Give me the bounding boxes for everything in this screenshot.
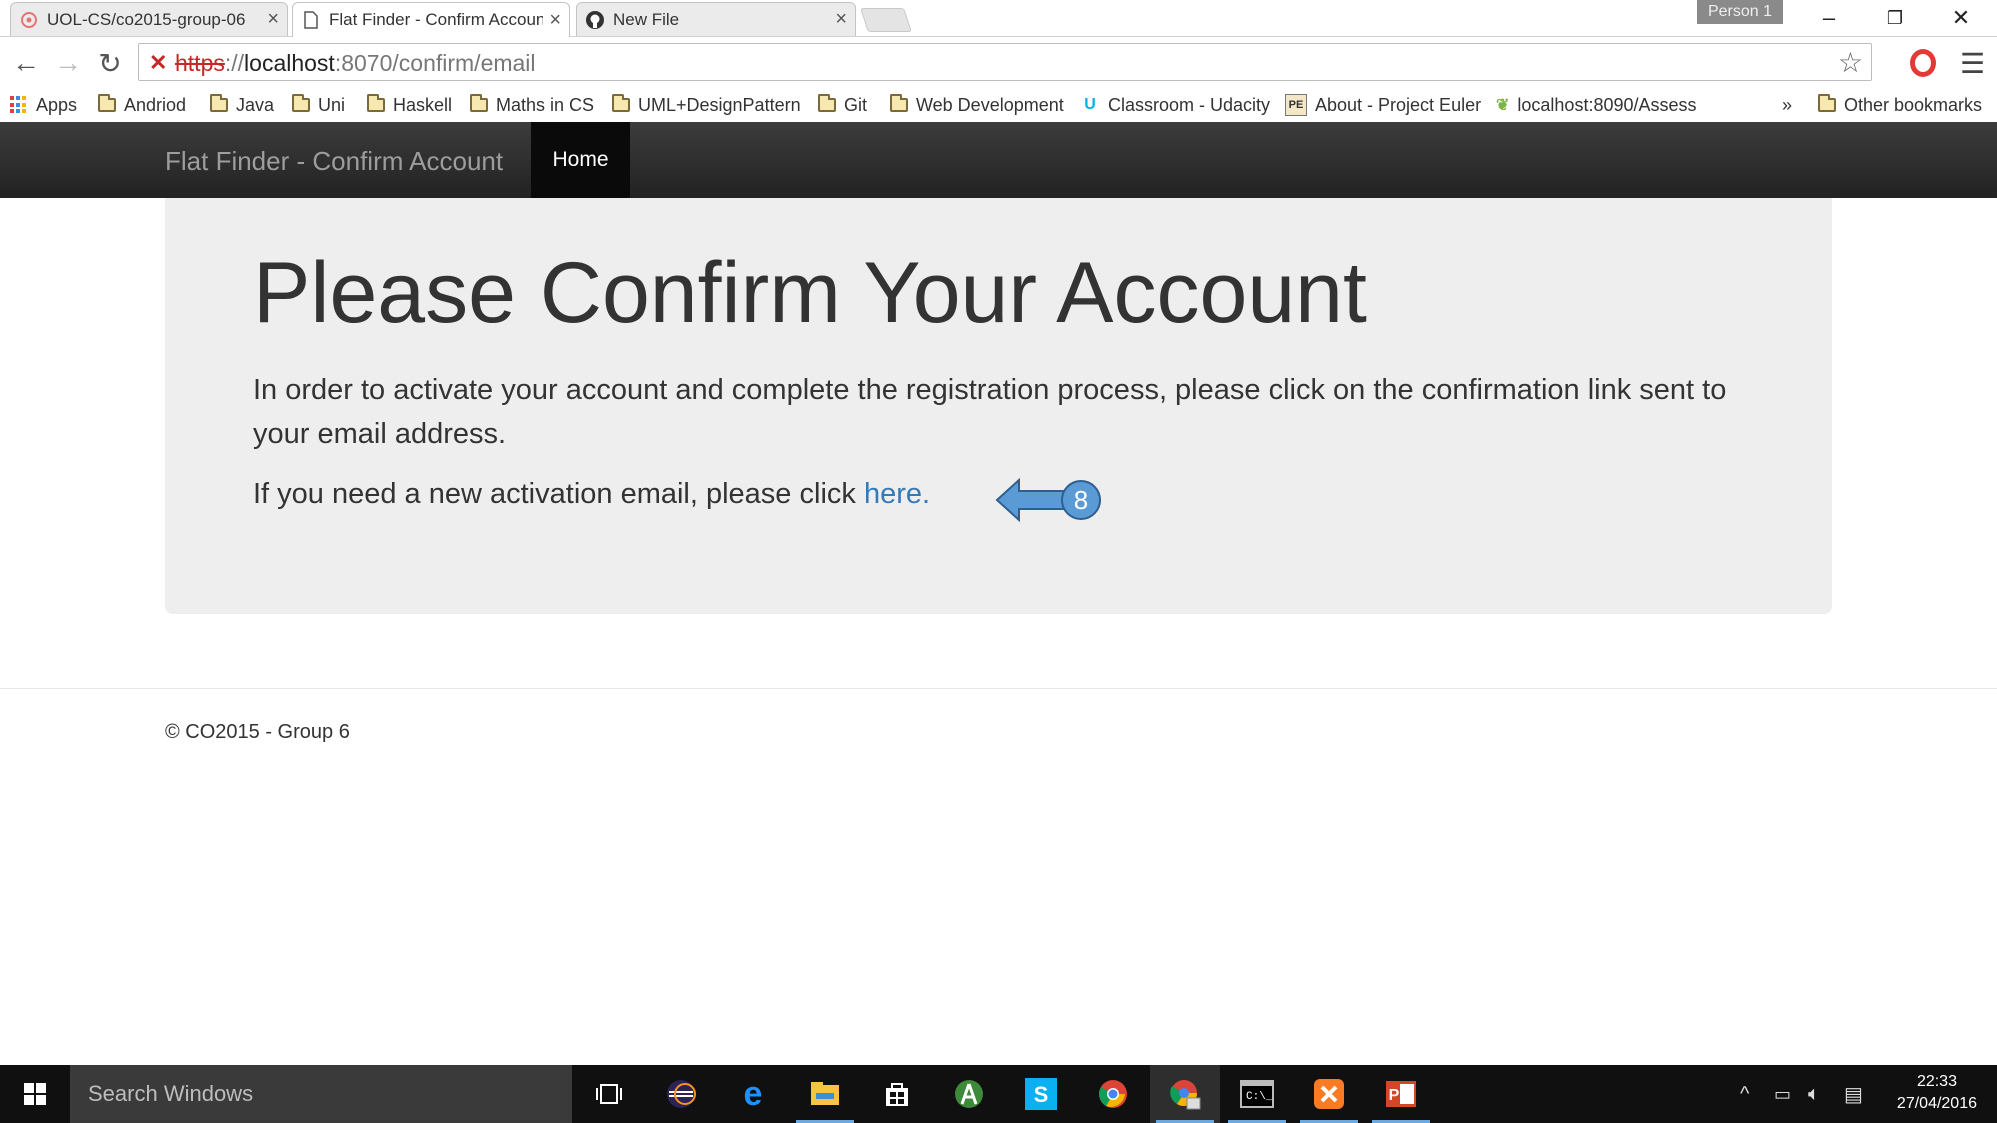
minimize-icon[interactable]: – [1796,0,1862,36]
skype-icon[interactable]: S [1006,1065,1076,1123]
action-center-icon[interactable]: ▤ [1844,1065,1863,1123]
folder-icon [818,94,836,112]
address-bar[interactable]: ✕ https://localhost:8070/confirm/email ☆ [138,43,1872,81]
bookmark-folder-andriod[interactable]: Andriod [98,92,186,118]
tab-title: Flat Finder - Confirm Account [329,10,544,29]
back-icon[interactable]: ← [8,45,44,81]
chrome-profile-icon[interactable] [1150,1065,1220,1123]
browser-toolbar: ← → ↻ ✕ https://localhost:8070/confirm/e… [0,37,1997,88]
powerpoint-icon[interactable]: P [1366,1065,1436,1123]
clock-date: 27/04/2016 [1896,1095,1977,1112]
svg-text:S: S [1034,1082,1049,1107]
profile-button[interactable]: Person 1 [1697,0,1783,24]
folder-icon [292,94,310,112]
volume-icon[interactable]: 🔈︎ [1808,1065,1820,1123]
github-icon [585,10,605,30]
tab-title: New File [613,9,680,29]
folder-icon [1818,94,1836,112]
svg-text:P: P [1389,1087,1400,1104]
apps-grid-icon [10,96,28,114]
confirm-instructions: In order to activate your account and co… [253,374,1727,450]
folder-icon [612,94,630,112]
bookmark-localhost[interactable]: ❦ localhost:8090/Assess [1496,92,1696,118]
leaf-icon: ❦ [1496,97,1510,114]
tray-chevron-icon[interactable]: ^ [1740,1065,1749,1123]
tab-github-repo[interactable]: UOL-CS/co2015-group-06 × [10,2,288,36]
resend-activation-link[interactable]: here. [864,478,930,510]
browser-tab-strip: UOL-CS/co2015-group-06 × Flat Finder - C… [0,0,1997,37]
chrome-icon[interactable] [1078,1065,1148,1123]
udacity-icon: U [1084,96,1096,113]
clock-time: 22:33 [1916,1073,1957,1090]
svg-text:C:\_: C:\_ [1246,1091,1273,1103]
browser-menu-icon[interactable]: ☰ [1960,47,1985,80]
bookmark-apps[interactable]: Apps [10,92,77,118]
close-icon[interactable]: × [835,8,847,31]
annotation-arrow: 8 [995,476,1105,529]
eclipse-icon[interactable] [646,1065,716,1123]
confirm-jumbotron: Please Confirm Your Account In order to … [165,198,1832,614]
not-secure-icon: ✕ [149,50,168,75]
folder-icon [210,94,228,112]
github-repo-icon [19,10,39,30]
annotation-number: 8 [1074,485,1088,515]
bookmarks-overflow-icon[interactable]: » [1782,92,1792,118]
windows-taskbar: Search Windows e S C:\_ P ^ ▭ 🔈︎ ▤ 22:33… [0,1065,1997,1123]
tab-title: UOL-CS/co2015-group-06 [47,9,246,29]
edge-icon[interactable]: e [718,1065,788,1123]
close-window-icon[interactable]: ✕ [1928,0,1994,36]
bookmark-folder-java[interactable]: Java [210,92,274,118]
folder-icon [890,94,908,112]
bookmark-folder-uml[interactable]: UML+DesignPattern [612,92,801,118]
bookmark-other[interactable]: Other bookmarks [1818,92,1982,118]
network-icon[interactable]: ▭ [1774,1065,1791,1123]
close-icon[interactable]: × [267,8,279,31]
reload-icon[interactable]: ↻ [92,45,128,81]
new-tab-button[interactable] [860,8,912,32]
bookmark-udacity[interactable]: U Classroom - Udacity [1080,92,1270,118]
android-studio-icon[interactable] [934,1065,1004,1123]
store-icon[interactable] [862,1065,932,1123]
bookmark-folder-uni[interactable]: Uni [292,92,345,118]
nav-home-link[interactable]: Home [531,122,630,198]
bookmark-folder-git[interactable]: Git [818,92,867,118]
folder-icon [367,94,385,112]
folder-icon [470,94,488,112]
resend-activation-text: If you need a new activation email, plea… [253,478,931,510]
project-euler-icon: PE [1285,94,1307,116]
restore-icon[interactable]: ❐ [1862,0,1928,36]
taskbar-search[interactable]: Search Windows [70,1065,572,1123]
footer-divider [0,688,1997,689]
tab-flat-finder[interactable]: Flat Finder - Confirm Account × [292,2,570,37]
site-navbar: Flat Finder - Confirm Account Home [0,122,1997,198]
windows-start-icon[interactable] [0,1065,70,1123]
close-icon[interactable]: × [549,9,561,32]
xampp-icon[interactable] [1294,1065,1364,1123]
bookmark-folder-haskell[interactable]: Haskell [367,92,452,118]
bookmark-folder-maths[interactable]: Maths in CS [470,92,594,118]
footer-copyright: © CO2015 - Group 6 [165,721,350,743]
file-explorer-icon[interactable] [790,1065,860,1123]
folder-icon [98,94,116,112]
command-prompt-icon[interactable]: C:\_ [1222,1065,1292,1123]
tab-new-file[interactable]: New File × [576,2,856,36]
bookmarks-bar: Apps Andriod Java Uni Haskell Maths in C… [0,88,1997,123]
page-title: Please Confirm Your Account [253,245,1367,341]
forward-icon[interactable]: → [50,45,86,81]
bookmark-folder-web-dev[interactable]: Web Development [890,92,1064,118]
navbar-brand[interactable]: Flat Finder - Confirm Account [165,146,503,177]
bookmark-star-icon[interactable]: ☆ [1838,46,1863,79]
opera-extension-icon[interactable] [1910,49,1936,77]
taskbar-clock[interactable]: 22:33 27/04/2016 [1897,1071,1977,1115]
task-view-icon[interactable] [574,1065,644,1123]
page-icon [301,10,321,30]
bookmark-project-euler[interactable]: PE About - Project Euler [1285,92,1481,118]
url-text: https://localhost:8070/confirm/email [175,50,536,76]
